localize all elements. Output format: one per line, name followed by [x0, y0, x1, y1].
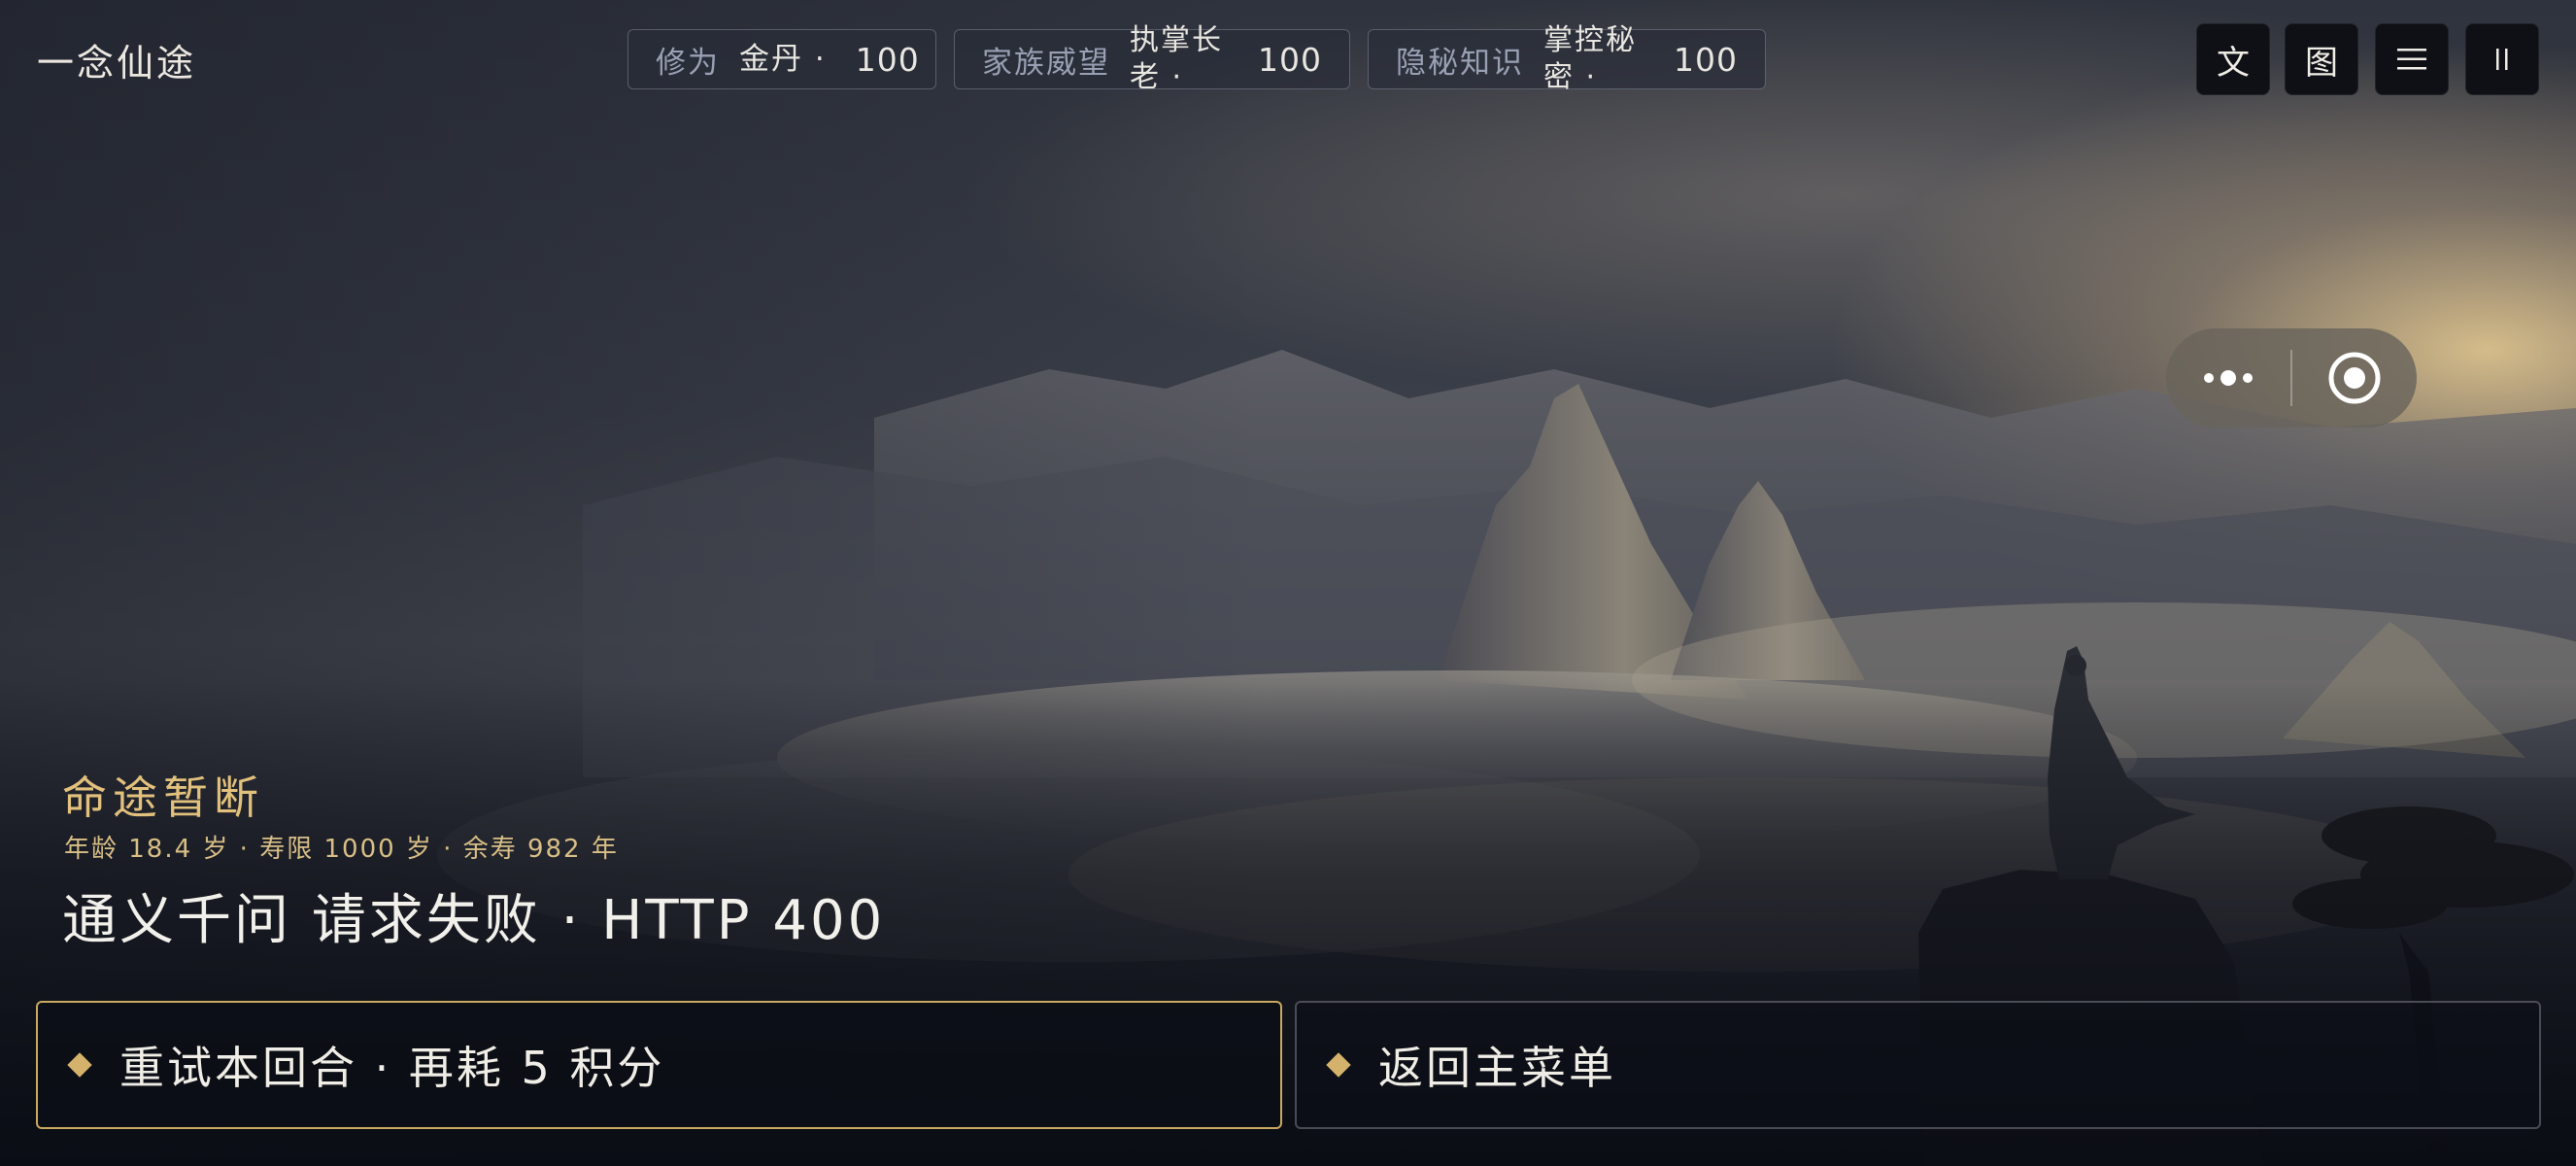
lifespan-info: 年龄 18.4 岁 · 寿限 1000 岁 · 余寿 982 年 [64, 835, 619, 864]
stat-family-prestige: 家族威望 执掌长老 · 100 [954, 23, 1350, 94]
retry-turn-button[interactable]: 重试本回合 · 再耗 5 积分 [36, 1001, 1282, 1129]
error-message: 通义千问 请求失败 · HTTP 400 [62, 889, 886, 952]
choice-label: 返回主菜单 [1378, 1042, 1616, 1094]
more-dots-icon [2204, 370, 2253, 386]
stat-label: 修为 [656, 45, 720, 81]
stat-value: 100 [855, 40, 920, 79]
pause-icon [2496, 49, 2508, 70]
diamond-icon [1326, 1052, 1351, 1078]
stat-label: 家族威望 [982, 45, 1110, 81]
stat-value: 100 [1674, 40, 1738, 79]
mini-program-capsule [2166, 328, 2417, 428]
choice-label: 重试本回合 · 再耗 5 积分 [119, 1042, 665, 1094]
text-log-button[interactable]: 文 [2196, 23, 2270, 95]
stat-value: 100 [1258, 40, 1322, 79]
stat-secret-knowledge: 隐秘知识 掌控秘密 · 100 [1368, 23, 1766, 94]
menu-button[interactable] [2375, 23, 2449, 95]
stat-rank: 执掌长老 · [1130, 23, 1223, 94]
target-circle-icon [2328, 352, 2381, 404]
stat-rank: 掌控秘密 · [1543, 23, 1637, 94]
stat-label: 隐秘知识 [1396, 45, 1524, 81]
background-scene [0, 0, 2576, 1166]
stat-cultivation: 修为 金丹 · 100 [627, 29, 936, 89]
return-main-menu-button[interactable]: 返回主菜单 [1295, 1001, 2541, 1129]
pause-button[interactable] [2465, 23, 2539, 95]
map-button[interactable]: 图 [2285, 23, 2358, 95]
hamburger-icon [2397, 49, 2426, 70]
close-button[interactable] [2292, 328, 2417, 428]
status-title: 命途暂断 [62, 772, 264, 824]
more-button[interactable] [2166, 328, 2290, 428]
stat-rank: 金丹 · [739, 42, 827, 77]
game-title: 一念仙途 [37, 42, 197, 85]
diamond-icon [67, 1052, 92, 1078]
